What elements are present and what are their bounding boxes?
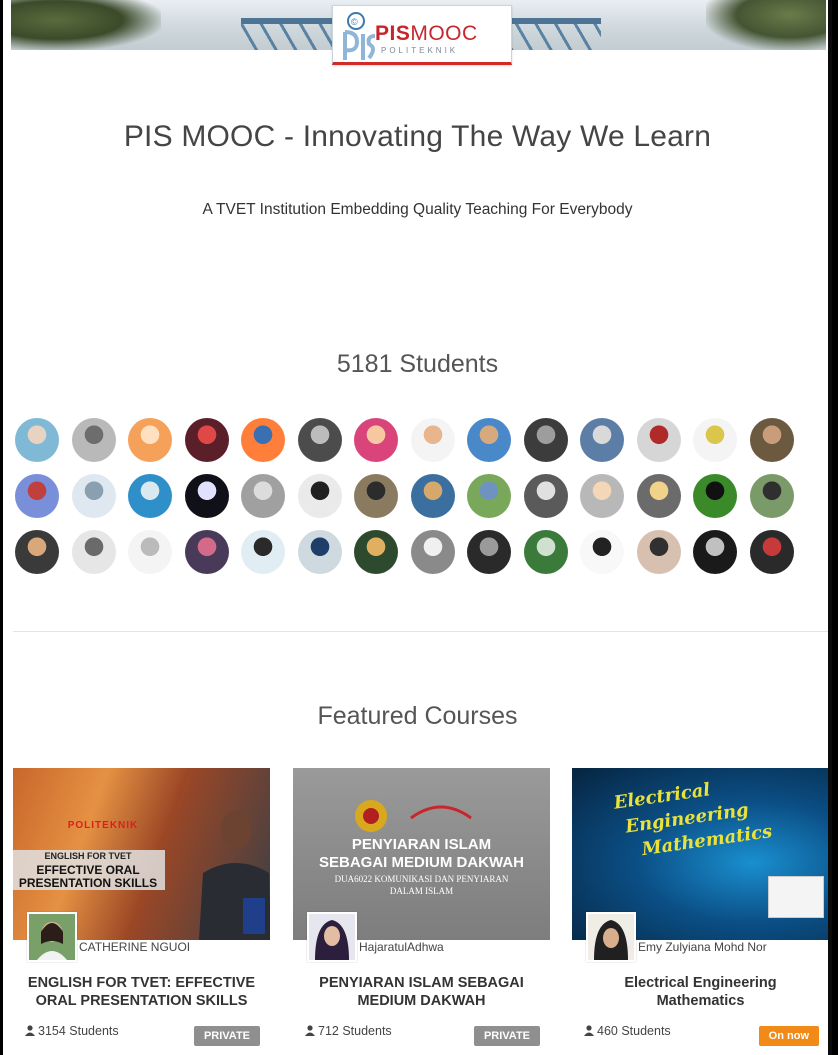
students-heading: 5181 Students	[336, 350, 499, 378]
course-title[interactable]: PENYIARAN ISLAM SEBAGAI MEDIUM DAKWAH	[303, 974, 540, 1010]
crest-icon	[355, 800, 472, 832]
student-avatar[interactable]	[410, 418, 455, 462]
student-avatar[interactable]	[354, 474, 398, 518]
student-avatar[interactable]	[15, 474, 59, 518]
user-icon	[305, 1025, 315, 1036]
student-avatar[interactable]	[749, 530, 794, 574]
thumbnail-line: DALAM ISLAM	[389, 886, 454, 896]
student-avatar[interactable]	[523, 530, 568, 574]
student-avatar[interactable]	[128, 474, 172, 518]
tree-image-right	[706, 0, 826, 50]
student-count-text: 3154 Students	[38, 1024, 119, 1038]
student-count: 712 Students	[305, 1024, 392, 1038]
access-badge: PRIVATE	[193, 1026, 260, 1046]
section-divider	[13, 631, 828, 632]
student-avatar[interactable]	[184, 418, 229, 462]
student-avatar[interactable]	[354, 418, 398, 462]
student-avatar[interactable]	[749, 474, 794, 518]
page-subtitle: A TVET Institution Embedding Quality Tea…	[202, 201, 633, 218]
access-badge: On now	[758, 1026, 819, 1046]
access-badge: PRIVATE	[473, 1026, 540, 1046]
student-avatar[interactable]	[467, 474, 511, 518]
student-avatar[interactable]	[297, 530, 342, 574]
student-avatar[interactable]	[297, 418, 342, 462]
student-avatar[interactable]	[128, 418, 172, 462]
logo-subtext: POLITEKNIK	[381, 46, 459, 55]
student-avatar[interactable]	[636, 530, 681, 574]
student-avatar[interactable]	[241, 474, 285, 518]
author-avatar[interactable]	[307, 912, 357, 962]
page: © PISMOOC POLITEKNIK PIS MOOC - Innovati…	[3, 0, 832, 1055]
thumbnail-line: ENGLISH FOR TVET	[44, 851, 132, 861]
author-avatar[interactable]	[27, 912, 77, 962]
logo-word: MOOC	[410, 22, 478, 45]
course-title[interactable]: Electrical Engineering Mathematics	[582, 974, 819, 1010]
logo-word-bold: PIS	[375, 22, 411, 45]
student-avatar[interactable]	[523, 418, 568, 462]
student-avatar[interactable]	[71, 474, 116, 518]
student-avatar[interactable]	[749, 418, 794, 462]
course-card[interactable]: PENYIARAN ISLAM SEBAGAI MEDIUM DAKWAH DU…	[293, 768, 550, 1055]
student-avatar[interactable]	[580, 418, 624, 462]
student-avatar[interactable]	[467, 530, 511, 574]
student-avatar[interactable]	[693, 474, 737, 518]
student-avatar[interactable]	[15, 530, 59, 574]
student-avatar[interactable]	[354, 530, 398, 574]
course-card[interactable]: POLITEKNIK ENGLISH FOR TVET EFFECTIVE OR…	[13, 768, 270, 1055]
student-avatar[interactable]	[580, 530, 624, 574]
student-avatar[interactable]	[410, 530, 455, 574]
author-avatar[interactable]	[586, 912, 636, 962]
thumbnail-line: EFFECTIVE ORAL	[36, 863, 140, 877]
site-logo[interactable]: © PISMOOC POLITEKNIK	[332, 5, 512, 65]
student-avatar[interactable]	[523, 474, 568, 518]
student-count-text: 460 Students	[597, 1024, 671, 1038]
author-name[interactable]: HajaratulAdhwa	[359, 940, 444, 954]
logo-wordmark: PISMOOC	[375, 22, 478, 46]
student-avatar[interactable]	[693, 418, 737, 462]
student-avatar[interactable]	[71, 418, 116, 462]
student-avatar[interactable]	[15, 418, 59, 462]
student-avatar[interactable]	[184, 474, 229, 518]
student-avatar[interactable]	[241, 530, 285, 574]
student-avatar[interactable]	[71, 530, 116, 574]
course-card[interactable]: Electrical Engineering Mathematics Emy Z…	[572, 768, 829, 1055]
student-avatar[interactable]	[636, 418, 681, 462]
course-title[interactable]: ENGLISH FOR TVET: EFFECTIVE ORAL PRESENT…	[23, 974, 260, 1010]
page-title: PIS MOOC - Innovating The Way We Learn	[123, 120, 712, 153]
student-avatar[interactable]	[241, 418, 285, 462]
thumbnail-note	[768, 876, 824, 918]
student-count: 460 Students	[584, 1024, 671, 1038]
thumbnail-line: PENYIARAN ISLAM	[351, 836, 492, 853]
student-avatar[interactable]	[467, 418, 511, 462]
student-count: 3154 Students	[25, 1024, 119, 1038]
author-name[interactable]: CATHERINE NGUOI	[79, 940, 190, 954]
logo-mark-icon: ©	[343, 12, 376, 60]
student-avatar[interactable]	[410, 474, 455, 518]
thumbnail-line: SEBAGAI MEDIUM DAKWAH	[319, 854, 524, 871]
featured-heading: Featured Courses	[317, 702, 518, 730]
student-count-text: 712 Students	[318, 1024, 392, 1038]
author-name[interactable]: Emy Zulyiana Mohd Nor	[638, 940, 767, 954]
thumbnail-line: PRESENTATION SKILLS	[18, 876, 158, 890]
user-icon	[584, 1025, 594, 1036]
user-icon	[25, 1025, 35, 1036]
presenter-figure	[199, 811, 270, 940]
tree-image-left	[11, 0, 161, 50]
thumbnail-line: DUA6022 KOMUNIKASI DAN PENYIARAN	[334, 874, 509, 884]
student-avatar[interactable]	[128, 530, 172, 574]
student-avatar[interactable]	[636, 474, 681, 518]
student-avatar[interactable]	[693, 530, 737, 574]
svg-text:©: ©	[351, 17, 358, 27]
student-avatar[interactable]	[580, 474, 624, 518]
thumbnail-brand: POLITEKNIK	[67, 820, 139, 831]
student-avatar[interactable]	[297, 474, 342, 518]
student-avatar[interactable]	[184, 530, 229, 574]
